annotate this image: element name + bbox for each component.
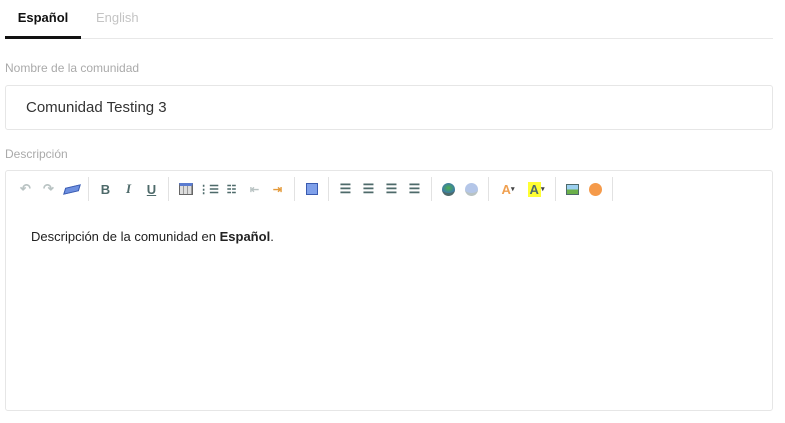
name-label: Nombre de la comunidad: [5, 61, 140, 75]
italic-icon[interactable]: I: [117, 178, 140, 200]
align-center-icon[interactable]: ☰: [357, 178, 380, 200]
toolbar-separator: [168, 177, 169, 201]
image-icon[interactable]: [561, 178, 584, 200]
text-color-icon[interactable]: A ▾: [494, 178, 522, 200]
bold-icon[interactable]: B: [94, 178, 117, 200]
align-left-icon[interactable]: ☰: [334, 178, 357, 200]
underline-icon[interactable]: U: [140, 178, 163, 200]
emoticon-icon[interactable]: [584, 178, 607, 200]
editor-content[interactable]: Descripción de la comunidad en Español.: [31, 229, 274, 244]
language-tabs: Español English: [5, 0, 773, 39]
ordered-list-icon[interactable]: ⋮☰: [197, 178, 220, 200]
background-color-icon[interactable]: A ▾: [522, 178, 550, 200]
tab-english[interactable]: English: [96, 10, 139, 39]
unordered-list-icon[interactable]: ☷: [220, 178, 243, 200]
align-right-icon[interactable]: ☰: [380, 178, 403, 200]
tab-espanol[interactable]: Español: [5, 10, 81, 39]
link-icon[interactable]: [437, 178, 460, 200]
table-icon[interactable]: [174, 178, 197, 200]
editor-toolbar: ↶ ↷ B I U ⋮☰ ☷ ⇤ ⇥ ☰ ☰ ☰ ☰ A ▾ A ▾: [14, 177, 618, 201]
eraser-icon[interactable]: [60, 178, 83, 200]
description-editor[interactable]: ↶ ↷ B I U ⋮☰ ☷ ⇤ ⇥ ☰ ☰ ☰ ☰ A ▾ A ▾ Descrip…: [5, 170, 773, 411]
redo-icon[interactable]: ↷: [37, 178, 60, 200]
align-justify-icon[interactable]: ☰: [403, 178, 426, 200]
description-label: Descripción: [5, 147, 68, 161]
outdent-icon[interactable]: ⇤: [243, 178, 266, 200]
content-bold-text: Español: [219, 229, 271, 244]
toolbar-separator: [612, 177, 613, 201]
unlink-icon[interactable]: [460, 178, 483, 200]
maximize-icon[interactable]: [300, 178, 323, 200]
community-name-input[interactable]: Comunidad Testing 3: [5, 85, 773, 130]
content-text: Descripción de la comunidad en: [31, 229, 220, 244]
undo-icon[interactable]: ↶: [14, 178, 37, 200]
toolbar-separator: [294, 177, 295, 201]
toolbar-separator: [431, 177, 432, 201]
toolbar-separator: [488, 177, 489, 201]
toolbar-separator: [328, 177, 329, 201]
content-suffix: .: [270, 229, 274, 244]
toolbar-separator: [555, 177, 556, 201]
toolbar-separator: [88, 177, 89, 201]
indent-icon[interactable]: ⇥: [266, 178, 289, 200]
